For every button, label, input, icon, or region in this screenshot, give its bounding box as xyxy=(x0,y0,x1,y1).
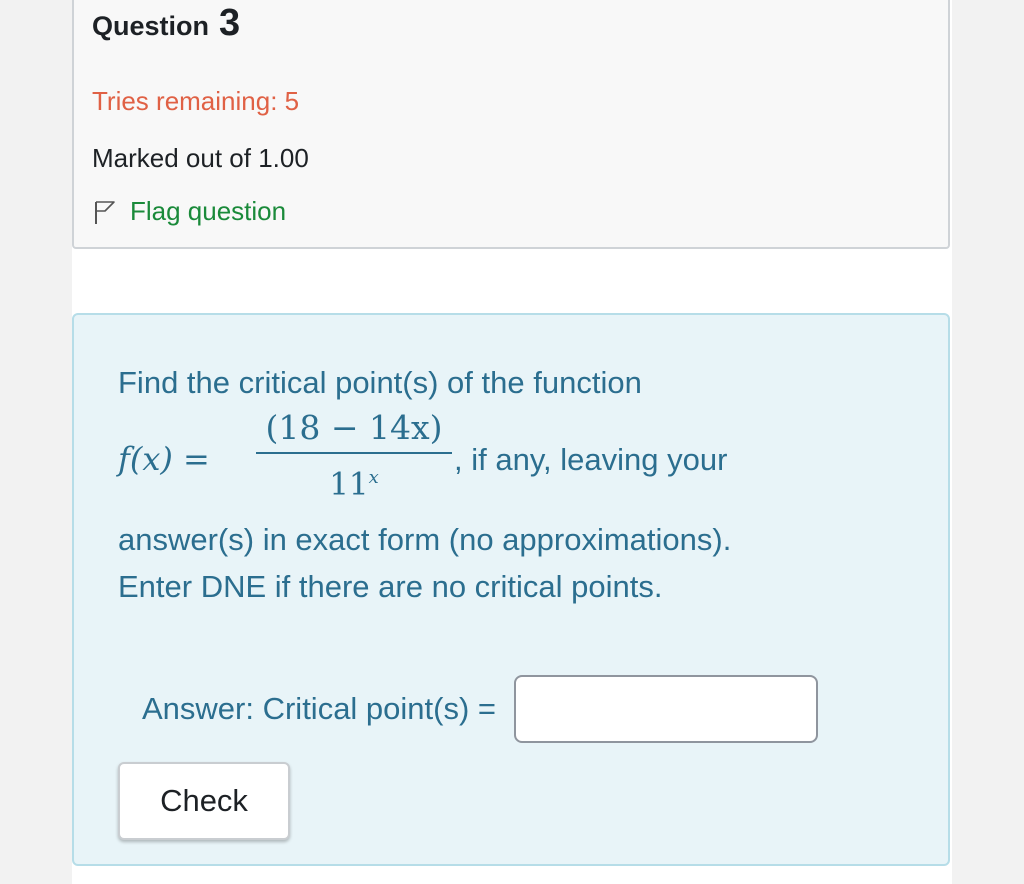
check-button[interactable]: Check xyxy=(118,762,290,840)
answer-row: Answer: Critical point(s) = xyxy=(142,675,819,743)
question-content-panel: Find the critical point(s) of the functi… xyxy=(72,313,950,866)
question-info-panel: Question 3 Tries remaining: 5 Marked out… xyxy=(72,0,950,249)
function-expression: f(x) = (18 − 14x) 11x , if any, leaving … xyxy=(118,406,908,516)
question-intro: Find the critical point(s) of the functi… xyxy=(118,365,642,400)
question-text-line-3: answer(s) in exact form (no approximatio… xyxy=(118,522,732,557)
tries-remaining: Tries remaining: 5 xyxy=(92,86,300,116)
fraction-numerator: (18 − 14x) xyxy=(265,408,443,447)
question-heading: Question 3 xyxy=(92,2,240,45)
question-text-line-4: Enter DNE if there are no critical point… xyxy=(118,569,663,604)
question-number: 3 xyxy=(219,2,241,44)
question-text-continuation: , if any, leaving your xyxy=(454,442,728,477)
flag-question-label: Flag question xyxy=(130,196,287,226)
fraction: (18 − 14x) 11x xyxy=(256,406,452,504)
fraction-denominator: 11x xyxy=(329,466,379,503)
marked-out-of: Marked out of 1.00 xyxy=(92,143,309,173)
function-name: f(x) = xyxy=(118,440,210,478)
flag-icon xyxy=(92,199,118,225)
question-text: Find the critical point(s) of the functi… xyxy=(118,359,908,610)
flag-question-link[interactable]: Flag question xyxy=(92,196,286,227)
fraction-bar xyxy=(256,452,452,454)
answer-input[interactable] xyxy=(514,675,819,743)
answer-label: Answer: Critical point(s) = xyxy=(142,691,497,726)
question-label: Question xyxy=(92,11,210,41)
